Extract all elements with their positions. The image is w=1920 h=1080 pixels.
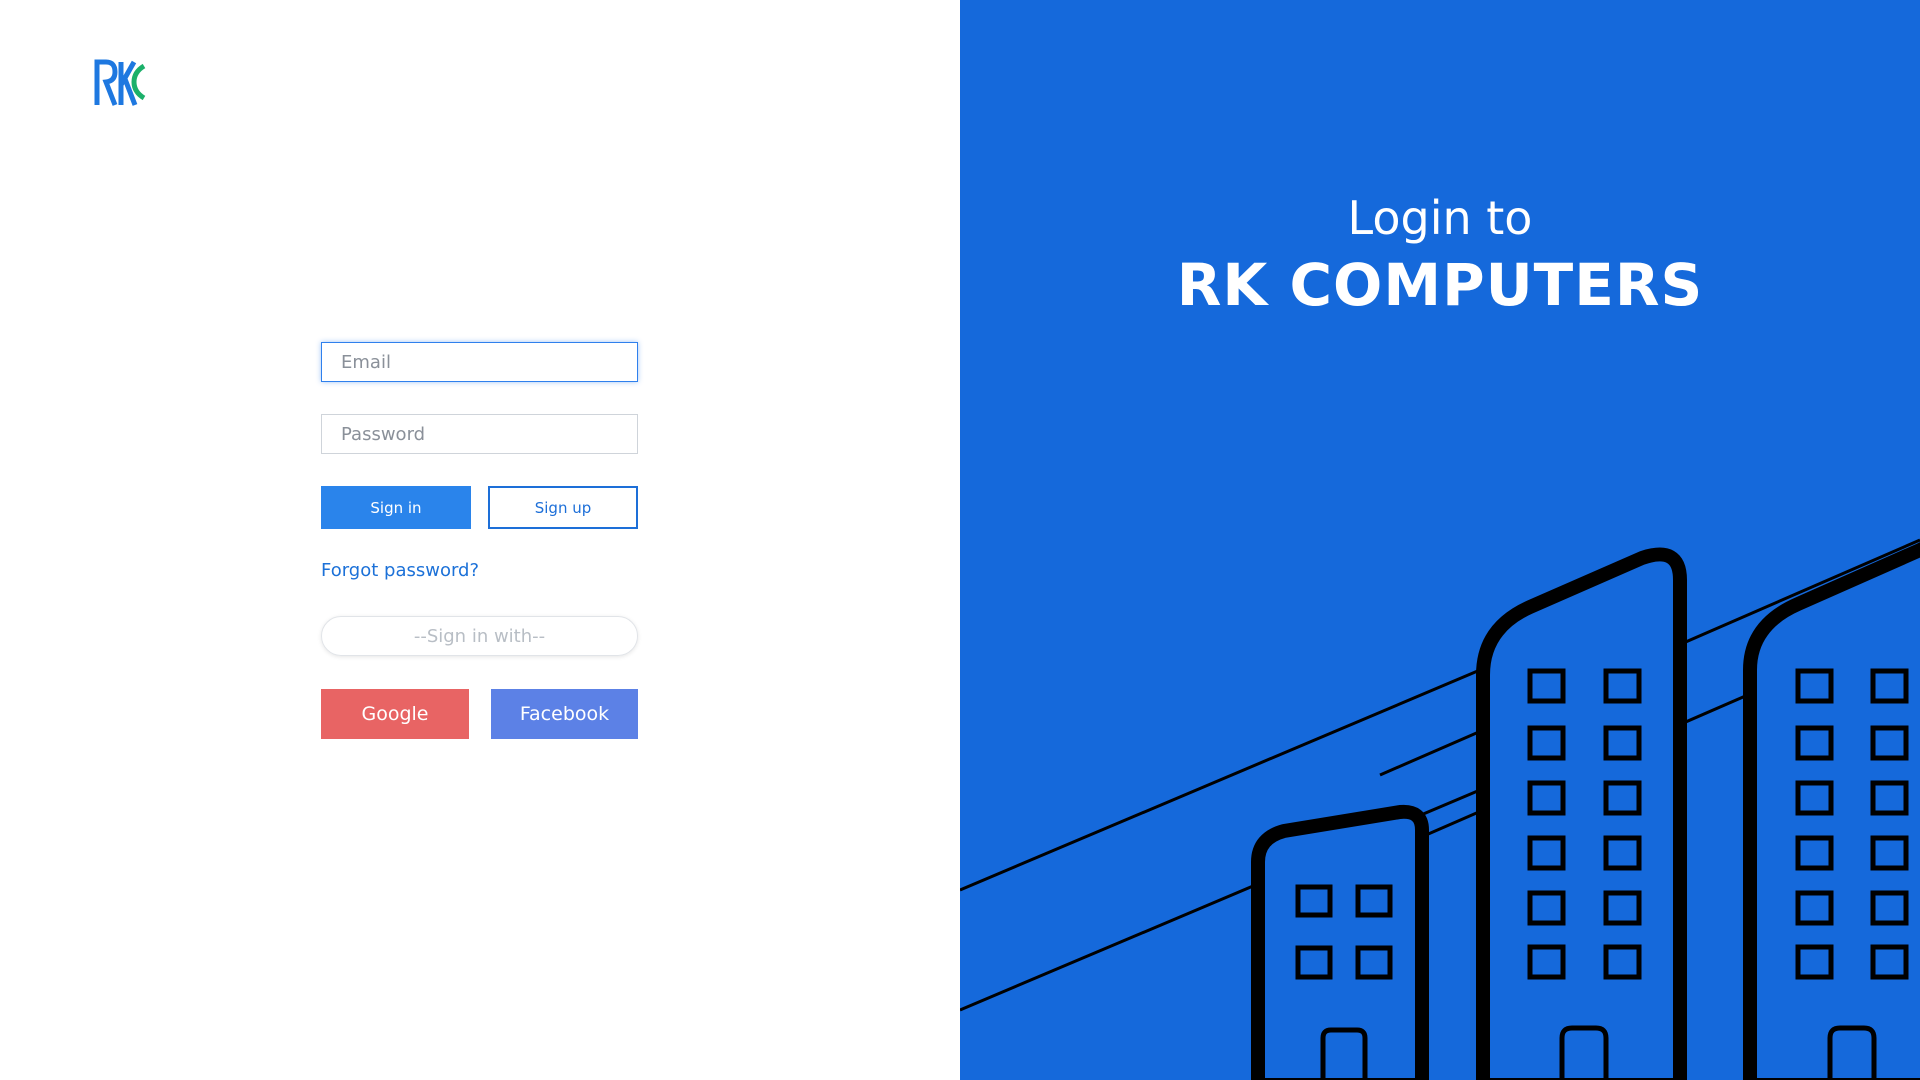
- right-pane: Login to RK COMPUTERS: [960, 0, 1920, 1080]
- password-input[interactable]: [321, 414, 638, 454]
- sign-in-with-divider: --Sign in with--: [321, 616, 638, 656]
- small-building-icon: [1251, 804, 1429, 1080]
- sign-up-button[interactable]: Sign up: [488, 486, 638, 529]
- right-building-icon: [1743, 542, 1920, 1080]
- facebook-sign-in-button[interactable]: Facebook: [491, 689, 638, 739]
- email-input[interactable]: [321, 342, 638, 382]
- tall-building-icon: [1476, 547, 1687, 1080]
- rkc-logo-icon: [94, 59, 146, 106]
- city-buildings-illustration: [960, 538, 1920, 1080]
- login-page: Sign in Sign up Forgot password? --Sign …: [0, 0, 1920, 1080]
- brand-logo[interactable]: [94, 58, 146, 108]
- google-sign-in-button[interactable]: Google: [321, 689, 469, 739]
- left-pane: Sign in Sign up Forgot password? --Sign …: [0, 0, 960, 1080]
- forgot-password-link[interactable]: Forgot password?: [321, 560, 479, 581]
- sign-in-button[interactable]: Sign in: [321, 486, 471, 529]
